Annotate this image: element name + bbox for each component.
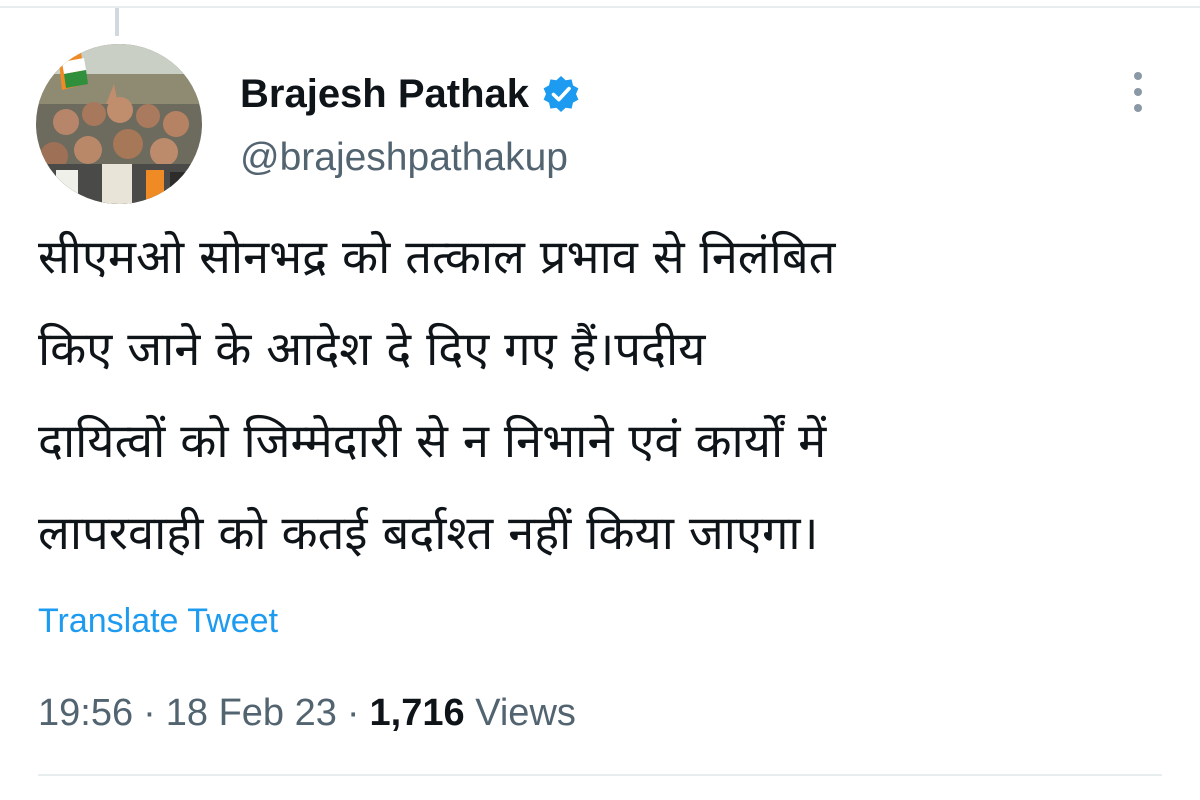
author-display-name[interactable]: Brajesh Pathak xyxy=(240,72,529,117)
bottom-divider xyxy=(38,774,1162,776)
tweet-metadata: 19:56 · 18 Feb 23 · 1,716 Views xyxy=(38,692,576,735)
tweet-text-line: दायित्वों को जिम्मेदारी से न निभाने एवं … xyxy=(38,414,827,469)
tweet-text-line: किए जाने के आदेश दे दिए गए हैं।पदीय xyxy=(38,322,706,377)
avatar-photo-icon xyxy=(36,44,202,204)
more-options-icon[interactable] xyxy=(1118,64,1158,120)
tweet-text: सीएमओ सोनभद्र को तत्काल प्रभाव से निलंबि… xyxy=(38,212,1178,580)
meta-separator: · xyxy=(346,692,360,734)
views-count: 1,716 xyxy=(369,692,465,734)
top-divider xyxy=(0,6,1200,8)
more-dot-top xyxy=(1134,72,1142,80)
tweet-text-line: लापरवाही को कतई बर्दाश्त नहीं किया जाएगा… xyxy=(38,506,819,561)
views-label: Views xyxy=(475,692,576,734)
tweet-time[interactable]: 19:56 xyxy=(38,692,133,734)
author-row: Brajesh Pathak xyxy=(240,64,581,124)
thread-connector-line xyxy=(115,8,119,36)
author-handle[interactable]: @brajeshpathakup xyxy=(240,136,568,180)
tweet-text-line: सीएमओ सोनभद्र को तत्काल प्रभाव से निलंबि… xyxy=(38,230,836,285)
more-dot-middle xyxy=(1134,88,1142,96)
meta-separator: · xyxy=(143,692,156,734)
verified-badge-icon xyxy=(541,74,581,114)
more-dot-bottom xyxy=(1134,104,1142,112)
translate-tweet-link[interactable]: Translate Tweet xyxy=(38,602,278,641)
tweet-date[interactable]: 18 Feb 23 xyxy=(166,692,337,734)
avatar[interactable] xyxy=(36,44,202,204)
